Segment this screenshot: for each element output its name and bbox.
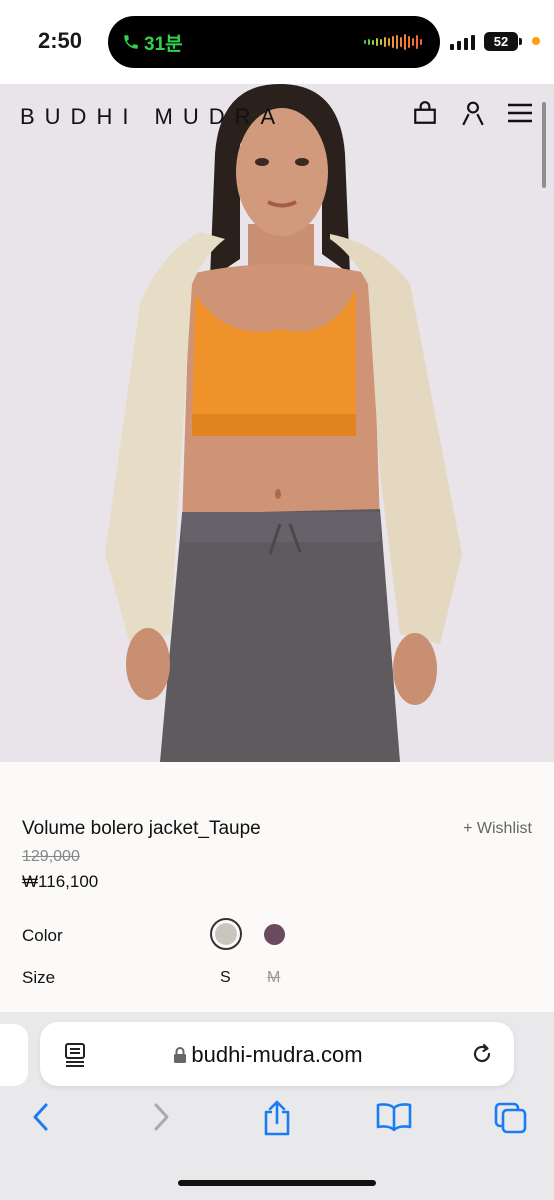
url-text[interactable]: budhi-mudra.com [40, 1042, 514, 1068]
call-indicator[interactable]: 31분 [122, 28, 183, 56]
battery-icon: 52 [484, 32, 518, 51]
previous-tab-preview[interactable] [0, 1024, 28, 1086]
shopping-bag-icon[interactable] [412, 100, 438, 126]
color-label: Color [22, 926, 63, 945]
browser-toolbar: budhi-mudra.com [0, 1012, 554, 1200]
product-title: Volume bolero jacket_Taupe [22, 818, 261, 839]
sale-price: ₩116,100 [22, 872, 99, 891]
scroll-indicator[interactable] [542, 102, 546, 188]
original-price: 129,000 [22, 848, 80, 865]
battery-cap [519, 38, 522, 45]
tabs-icon[interactable] [494, 1102, 528, 1134]
audio-waveform-icon [364, 33, 422, 51]
home-indicator[interactable] [178, 1180, 376, 1186]
size-label: Size [22, 968, 56, 987]
wishlist-button[interactable]: + Wishlist [463, 820, 532, 838]
share-icon[interactable] [262, 1100, 292, 1136]
product-hero-image[interactable]: BUDHI MUDRA [0, 84, 554, 762]
cellular-signal-icon [450, 34, 475, 50]
reload-icon[interactable] [470, 1042, 494, 1066]
forward-icon[interactable] [150, 1102, 172, 1132]
bookmarks-icon[interactable] [376, 1102, 412, 1132]
color-swatch-plum[interactable] [264, 924, 285, 945]
privacy-indicator [532, 37, 540, 45]
account-icon[interactable] [460, 100, 486, 126]
call-duration: 31분 [144, 33, 183, 55]
product-info: Volume bolero jacket_Taupe + Wishlist 12… [0, 762, 554, 1012]
status-time: 2:50 [38, 28, 83, 53]
color-swatch-taupe[interactable] [215, 923, 237, 945]
battery-level: 52 [493, 34, 509, 49]
size-option-m-unavailable[interactable]: M [267, 969, 280, 987]
brand-logo[interactable]: BUDHI MUDRA [20, 104, 285, 130]
menu-icon[interactable] [506, 100, 534, 126]
size-option-s[interactable]: S [220, 969, 231, 987]
model-photo [0, 84, 554, 762]
status-bar: 2:50 31분 52 [0, 0, 554, 84]
dynamic-island[interactable]: 31분 [108, 16, 440, 68]
address-bar[interactable]: budhi-mudra.com [40, 1022, 514, 1086]
phone-icon [124, 35, 138, 49]
back-icon[interactable] [30, 1102, 52, 1132]
